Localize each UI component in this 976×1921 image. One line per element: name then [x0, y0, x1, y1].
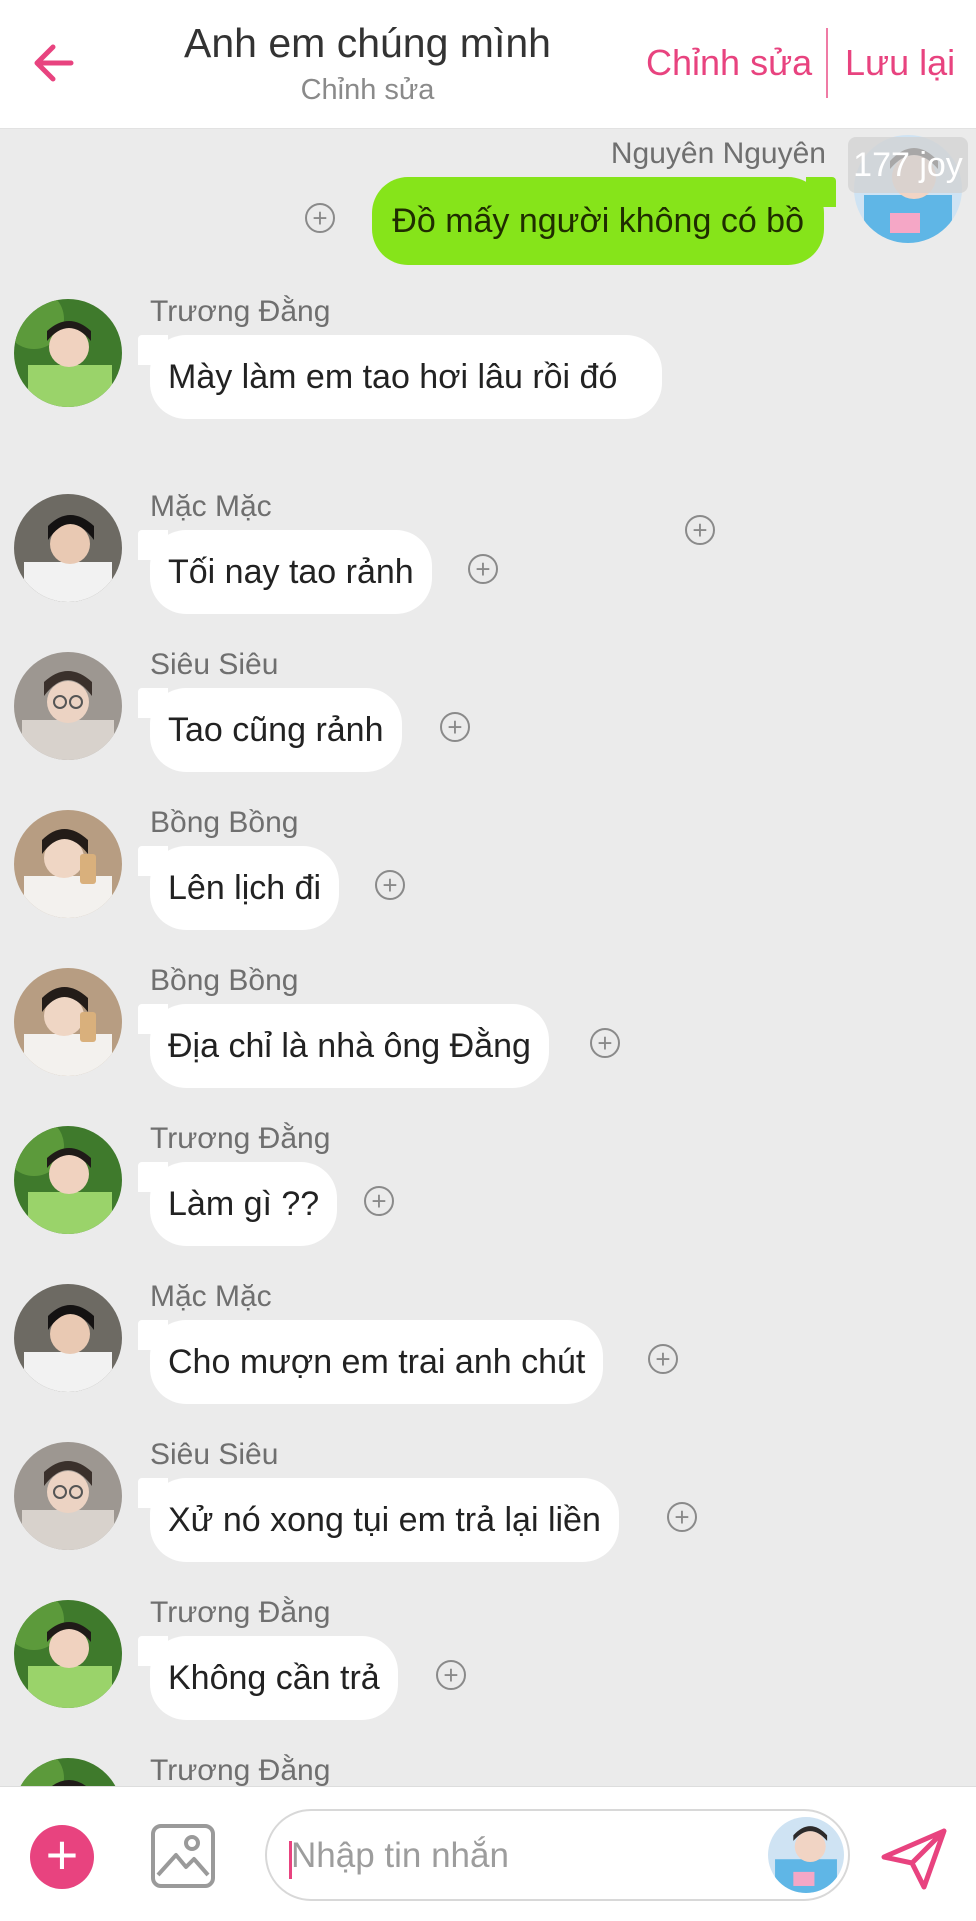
message-row: Trương Đằng Làm gì ?? +: [0, 1122, 976, 1280]
plus-circle-icon[interactable]: +: [590, 1028, 620, 1058]
edit-button[interactable]: Chỉnh sửa: [646, 42, 812, 84]
sender-name: Trương Đằng: [150, 1754, 331, 1786]
image-button[interactable]: [150, 1823, 216, 1889]
arrow-left-icon: [34, 44, 74, 82]
plus-circle-icon[interactable]: +: [364, 1186, 394, 1216]
avatar[interactable]: [14, 299, 122, 407]
message-row: Mặc Mặc Tối nay tao rảnh +: [0, 490, 976, 648]
message-row: Bồng Bồng Lên lịch đi +: [0, 806, 976, 964]
message-bubble[interactable]: Tối nay tao rảnh: [150, 530, 432, 614]
message-input[interactable]: Nhập tin nhắn: [265, 1809, 850, 1901]
avatar[interactable]: [14, 1442, 122, 1550]
sender-name: Trương Đằng: [150, 1596, 331, 1629]
send-button[interactable]: [880, 1827, 948, 1891]
message-bubble[interactable]: Làm gì ??: [150, 1162, 338, 1246]
plus-circle-icon[interactable]: +: [375, 870, 405, 900]
message-row: Bồng Bồng Địa chỉ là nhà ông Đằng +: [0, 964, 976, 1122]
sender-name: Mặc Mặc: [150, 490, 272, 523]
message-bubble[interactable]: Lên lịch đi: [150, 846, 340, 930]
plus-circle-icon[interactable]: +: [468, 554, 498, 584]
send-icon: [881, 1828, 947, 1890]
message-row: Mặc Mặc Cho mượn em trai anh chút +: [0, 1280, 976, 1438]
save-button[interactable]: Lưu lại: [845, 42, 955, 84]
message-row: Trương Đằng: [0, 1754, 976, 1786]
input-placeholder: Nhập tin nhắn: [291, 1836, 509, 1875]
composer-bar: + Nhập tin nhắn: [0, 1786, 976, 1921]
plus-circle-icon[interactable]: +: [440, 712, 470, 742]
message-list[interactable]: Nguyên Nguyên + Đồ mấy người không có bồ…: [0, 129, 976, 1786]
sender-name: Trương Đằng: [150, 1122, 331, 1155]
plus-circle-icon[interactable]: +: [305, 203, 335, 233]
title-block: Anh em chúng mình Chỉnh sửa: [150, 18, 585, 108]
chat-title: Anh em chúng mình: [184, 20, 551, 66]
message-row: Trương Đằng Không cần trả +: [0, 1596, 976, 1754]
avatar[interactable]: [768, 1817, 844, 1893]
message-bubble[interactable]: Không cần trả: [150, 1636, 398, 1720]
plus-circle-icon[interactable]: +: [648, 1344, 678, 1374]
plus-circle-icon[interactable]: +: [436, 1660, 466, 1690]
chat-header: Anh em chúng mình Chỉnh sửa Chỉnh sửa Lư…: [0, 0, 976, 129]
chat-subtitle: Chỉnh sửa: [300, 74, 435, 106]
message-row: Siêu Siêu Tao cũng rảnh +: [0, 648, 976, 806]
image-icon: [151, 1824, 215, 1888]
sender-name: Siêu Siêu: [150, 1438, 279, 1471]
message-row: Trương Đằng Mày làm em tao hơi lâu rồi đ…: [0, 289, 976, 545]
sender-name: Mặc Mặc: [150, 1280, 272, 1313]
avatar[interactable]: [14, 1126, 122, 1234]
sender-name: Trương Đằng: [150, 295, 331, 328]
sender-name: Bồng Bồng: [150, 964, 299, 997]
sender-name: Nguyên Nguyên: [610, 137, 826, 170]
own-message-row: Nguyên Nguyên + Đồ mấy người không có bồ…: [0, 129, 976, 279]
avatar[interactable]: [14, 810, 122, 918]
avatar[interactable]: [14, 1600, 122, 1708]
sender-name: Siêu Siêu: [150, 648, 279, 681]
add-button[interactable]: +: [30, 1825, 94, 1889]
message-row: Siêu Siêu Xử nó xong tụi em trả lại liền…: [0, 1438, 976, 1596]
plus-circle-icon[interactable]: +: [667, 1502, 697, 1532]
joy-badge: 177 joy: [848, 137, 968, 193]
avatar[interactable]: [14, 652, 122, 760]
avatar[interactable]: [14, 968, 122, 1076]
header-divider: [826, 28, 828, 98]
message-bubble[interactable]: Mày làm em tao hơi lâu rồi đó: [150, 335, 662, 419]
sender-name: Bồng Bồng: [150, 806, 299, 839]
avatar[interactable]: [14, 1284, 122, 1392]
message-bubble[interactable]: Cho mượn em trai anh chút: [150, 1320, 604, 1404]
avatar[interactable]: [14, 494, 122, 602]
message-bubble[interactable]: Đồ mấy người không có bồ: [372, 177, 824, 265]
message-bubble[interactable]: Địa chỉ là nhà ông Đằng: [150, 1004, 549, 1088]
message-bubble[interactable]: Xử nó xong tụi em trả lại liền: [150, 1478, 619, 1562]
avatar[interactable]: [14, 1758, 122, 1786]
back-button[interactable]: [28, 38, 78, 88]
plus-icon: +: [45, 1823, 79, 1886]
message-bubble[interactable]: Tao cũng rảnh: [150, 688, 402, 772]
